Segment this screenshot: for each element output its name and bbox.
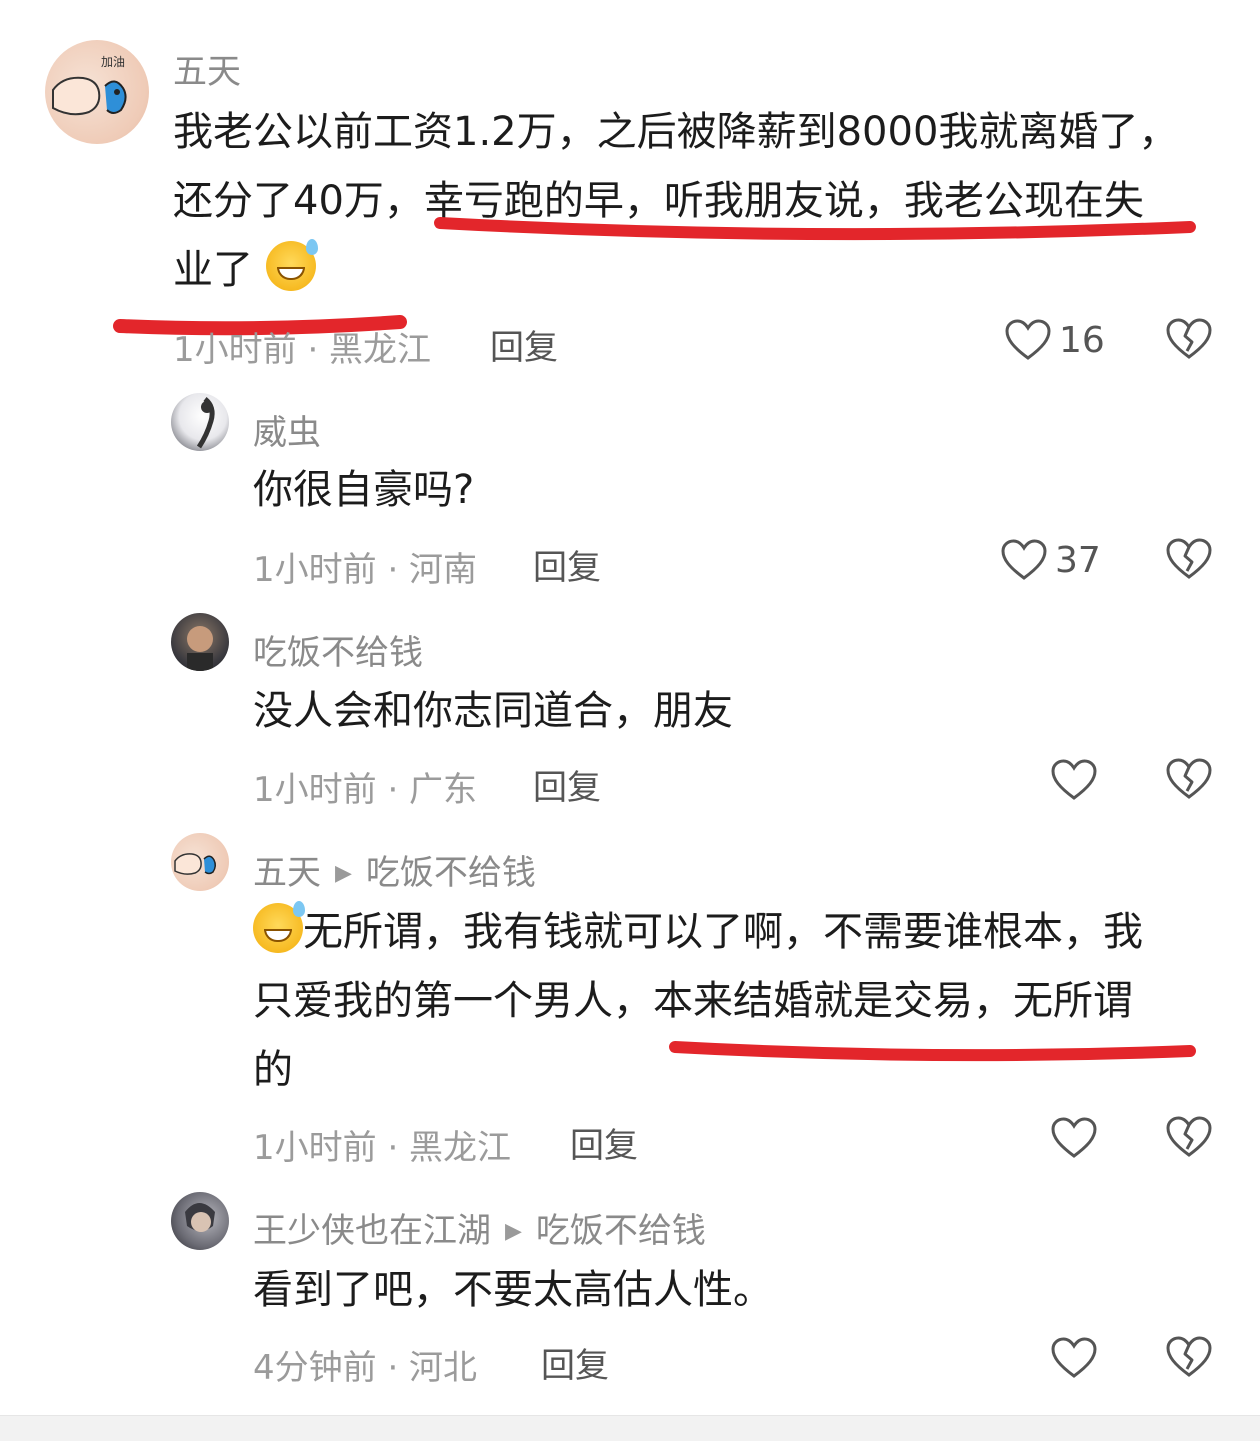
reply-button[interactable]: 回复 (541, 1338, 609, 1387)
heart-icon (1051, 759, 1097, 800)
reply-button[interactable]: 回复 (533, 760, 601, 809)
author-name[interactable]: 威虫 (253, 405, 321, 454)
comment-text: 你很自豪吗? (253, 467, 475, 513)
avatar[interactable] (171, 613, 229, 671)
comment-meta: 1小时前 · 广东 (253, 770, 478, 810)
comment-line: 我老公以前工资1.2万，之后被降薪到8000我就离婚了， (173, 109, 1179, 155)
author-name[interactable]: 吃饭不给钱 (253, 625, 423, 674)
comment-meta: 4分钟前 · 河北 (253, 1348, 478, 1388)
comment-text: 没人会和你志同道合，朋友 (253, 688, 733, 734)
comment-line: 还分了40万，幸亏跑的早，听我朋友说，我老公现在失 (173, 178, 1144, 224)
bottom-bar (0, 1415, 1260, 1441)
fist-cartoon-icon: 加油 (52, 55, 127, 116)
like-count: 37 (1055, 539, 1101, 581)
author-name[interactable]: 五天 (173, 44, 241, 93)
broken-heart-icon[interactable] (1166, 1336, 1212, 1378)
broken-heart-icon[interactable] (1166, 758, 1212, 800)
comment-line: 无所谓，我有钱就可以了啊，不需要谁根本，我 (253, 898, 1213, 967)
heart-icon (1001, 539, 1047, 580)
avatar[interactable] (171, 393, 229, 451)
comment-meta: 1小时前 · 黑龙江 (173, 330, 432, 370)
grinning-sweat-emoji-icon (265, 239, 318, 291)
comment-line: 业了 (173, 236, 1213, 305)
broken-heart-icon[interactable] (1166, 538, 1212, 580)
like-button[interactable] (1051, 1114, 1097, 1162)
grinning-sweat-emoji-icon (253, 901, 305, 953)
reply-button[interactable]: 回复 (570, 1118, 638, 1167)
reply-to-name[interactable]: 吃饭不给钱 (366, 853, 536, 893)
avatar[interactable] (171, 833, 229, 891)
broken-heart-icon[interactable] (1166, 1116, 1212, 1158)
like-button[interactable] (1051, 756, 1097, 804)
author-name[interactable]: 王少侠也在江湖 (253, 1211, 491, 1251)
reply-button[interactable]: 回复 (533, 540, 601, 589)
author-name: 五天 ▶ 吃饭不给钱 (253, 845, 536, 894)
ink-figure-icon (196, 397, 215, 449)
comment-meta: 1小时前 · 黑龙江 (253, 1128, 512, 1168)
heart-icon (1051, 1117, 1097, 1158)
svg-text:加油: 加油 (101, 55, 125, 69)
author-name[interactable]: 五天 (253, 853, 321, 893)
reply-arrow-icon: ▶ (335, 861, 352, 886)
comment-meta: 1小时前 · 河南 (253, 550, 478, 590)
comment-text: 我老公以前工资1.2万，之后被降薪到8000我就离婚了， 还分了40万，幸亏跑的… (173, 98, 1213, 305)
broken-heart-icon[interactable] (1166, 318, 1212, 360)
avatar[interactable]: 加油 (45, 40, 149, 144)
reply-button[interactable]: 回复 (490, 320, 558, 369)
avatar[interactable] (171, 1192, 229, 1250)
heart-icon (1005, 319, 1051, 360)
heart-icon (1051, 1337, 1097, 1378)
reply-to-name[interactable]: 吃饭不给钱 (536, 1211, 706, 1251)
comment-line: 只爱我的第一个男人，本来结婚就是交易，无所谓 (253, 978, 1133, 1024)
person-photo-icon (185, 1203, 215, 1232)
like-button[interactable] (1051, 1334, 1097, 1382)
comment-text: 看到了吧，不要太高估人性。 (253, 1267, 773, 1313)
author-name: 王少侠也在江湖 ▶ 吃饭不给钱 (253, 1203, 706, 1252)
comment-text: 无所谓，我有钱就可以了啊，不需要谁根本，我 只爱我的第一个男人，本来结婚就是交易… (253, 898, 1213, 1105)
like-button[interactable]: 37 (1001, 536, 1101, 584)
person-photo-icon (187, 626, 213, 671)
like-count: 16 (1059, 319, 1105, 361)
like-button[interactable]: 16 (1005, 316, 1105, 364)
reply-arrow-icon: ▶ (505, 1219, 522, 1244)
comment-line: 的 (253, 1047, 293, 1093)
fist-cartoon-icon (174, 853, 217, 875)
